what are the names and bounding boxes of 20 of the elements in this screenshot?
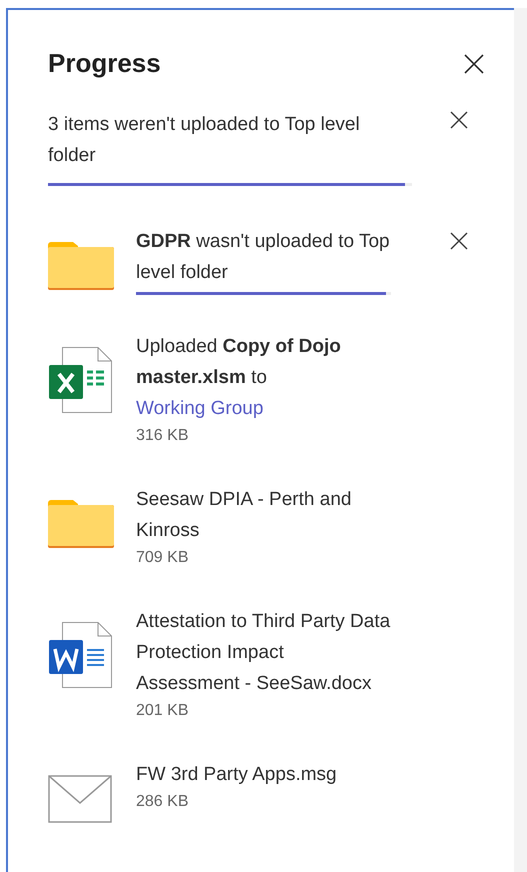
dismiss-button[interactable] (448, 230, 470, 252)
destination-link[interactable]: Working Group (136, 393, 391, 424)
folder-icon (48, 242, 114, 290)
folder-icon (48, 500, 114, 548)
envelope-icon (48, 775, 112, 823)
item-message: Attestation to Third Party Data Protection Impact Assessment - SeeSaw.docx (136, 610, 391, 696)
item-message: GDPR wasn't uploaded to Top level folder (136, 230, 391, 285)
document-file-icon (48, 622, 112, 688)
file-size: 286 KB (136, 792, 190, 812)
dismiss-button[interactable] (448, 109, 470, 131)
summary-message: 3 items weren't uploaded to Top level folder (48, 113, 361, 168)
file-size: 316 KB (136, 426, 190, 446)
spreadsheet-file-icon (48, 347, 112, 413)
panel-title: Progress (48, 48, 161, 79)
close-button[interactable] (462, 52, 486, 76)
item-message: FW 3rd Party Apps.msg (136, 763, 338, 787)
file-size: 201 KB (136, 701, 190, 721)
item-message: Seesaw DPIA - Perth and Kinross (136, 488, 352, 543)
file-size: 709 KB (136, 548, 190, 568)
item-message: Uploaded Copy of Dojo master.xlsm to (136, 335, 342, 390)
